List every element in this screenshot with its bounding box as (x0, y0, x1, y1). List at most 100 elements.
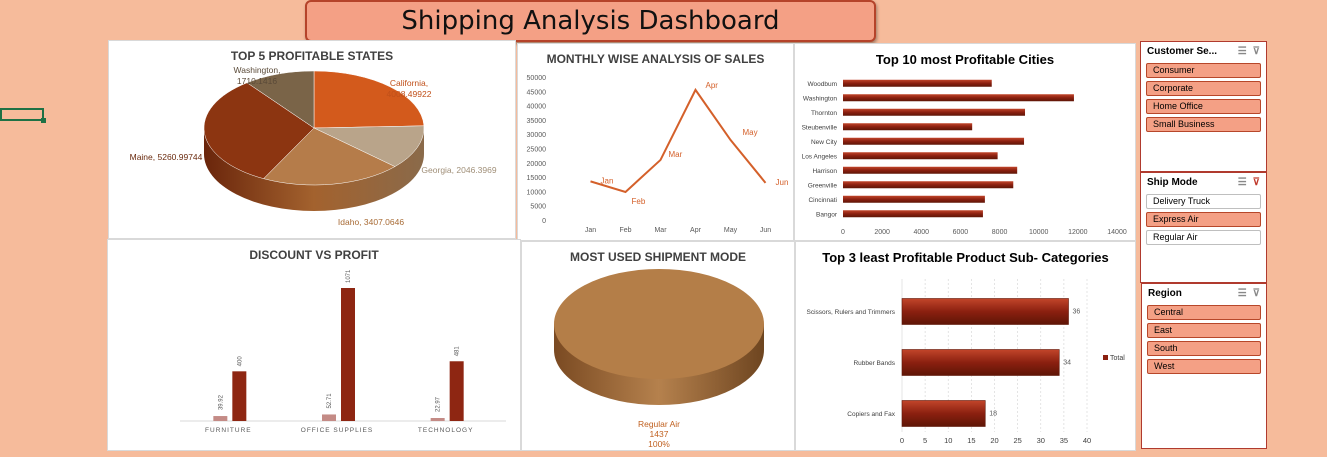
discount-bar-furniture (213, 416, 228, 421)
monthly-y-tick: 40000 (527, 104, 547, 111)
discount-data-label: 39.92 (218, 394, 224, 410)
shipment-data-label: 1437 (650, 429, 669, 439)
region-slicer-item-south[interactable]: South (1147, 341, 1261, 356)
customer-slicer-item-home-office[interactable]: Home Office (1146, 99, 1261, 114)
cities-bar-woodbum (843, 79, 992, 87)
cities-bar-harrison (843, 166, 1018, 174)
states-data-label: California, 4008.49922 (387, 78, 432, 99)
discount-category-label: TECHNOLOGY (418, 427, 474, 434)
shipmode-slicer-item-regular-air[interactable]: Regular Air (1146, 230, 1261, 245)
customer-slicer-item-small-business[interactable]: Small Business (1146, 117, 1261, 132)
monthly-y-tick: 15000 (527, 175, 547, 182)
cities-category-label: Steubenville (802, 124, 838, 131)
cities-bar-bangor (843, 210, 983, 218)
states-pie-chart: California, 4008.49922 Georgia, 2046.3969 I… (130, 65, 497, 227)
clear-filter-icon[interactable]: ⊽ (1253, 177, 1260, 188)
cities-bar-steubenville (843, 123, 973, 131)
states-data-label: Maine, 5260.99744 (130, 152, 203, 162)
monthly-x-tick: Apr (690, 227, 702, 234)
discount-data-label: 22.97 (436, 396, 442, 412)
monthly-y-tick: 20000 (527, 161, 547, 168)
shipment-chart-panel[interactable]: MOST USED SHIPMENT MODE Regular Air 1437 1… (521, 241, 795, 451)
region-slicer-item-west[interactable]: West (1147, 359, 1261, 374)
profit-bar-furniture (232, 371, 247, 421)
monthly-data-label: Jan (601, 176, 614, 185)
cities-bar-washington (843, 94, 1074, 102)
monthly-y-tick: 45000 (527, 89, 547, 96)
cities-x-tick: 4000 (913, 229, 929, 236)
discount-bar-chart: 39.92 400 FURNITURE 52.71 1071 OFFICE SUPPLIE… (180, 269, 506, 434)
profit-data-label: 481 (455, 346, 461, 357)
clear-filter-icon[interactable]: ⊽ (1253, 288, 1260, 299)
subcat-bar-copiers-and-fax (901, 400, 986, 427)
subcat-chart-panel[interactable]: Top 3 least Profitable Product Sub- Cate… (795, 241, 1136, 451)
monthly-chart-panel[interactable]: MONTHLY WISE ANALYSIS OF SALES 0 5000 1000… (517, 43, 794, 241)
cities-bar-los-angeles (843, 152, 998, 160)
cities-x-tick: 10000 (1029, 229, 1049, 236)
discount-data-label: 52.71 (327, 393, 333, 409)
customer-segment-slicer[interactable]: Customer Se... ☰ ⊽ Consumer Corporate Home… (1140, 41, 1267, 172)
clear-filter-icon[interactable]: ⊽ (1253, 46, 1260, 57)
customer-slicer-item-corporate[interactable]: Corporate (1146, 81, 1261, 96)
cities-x-tick: 14000 (1107, 229, 1127, 236)
cities-bar-cincinnati (843, 195, 985, 203)
shipmode-slicer-item-delivery-truck[interactable]: Delivery Truck (1146, 194, 1261, 209)
profit-data-label: 400 (237, 356, 243, 367)
shipment-data-label: 100% (648, 439, 670, 449)
multi-select-icon[interactable]: ☰ (1238, 46, 1247, 57)
monthly-y-tick: 5000 (530, 204, 546, 211)
cities-category-label: Thornton (811, 110, 837, 117)
monthly-x-tick: Feb (619, 227, 631, 234)
cities-category-label: Harrison (812, 168, 837, 175)
monthly-data-label: Mar (669, 150, 683, 159)
subcat-x-tick: 10 (944, 436, 952, 445)
cities-x-tick: 0 (841, 229, 845, 236)
selected-cell[interactable] (0, 108, 46, 123)
monthly-x-tick: Jun (760, 227, 771, 234)
subcat-x-tick: 0 (900, 436, 904, 445)
shipmode-slicer-item-express-air[interactable]: Express Air (1146, 212, 1261, 227)
cities-category-label: New City (811, 139, 838, 146)
monthly-data-label: May (743, 128, 758, 137)
monthly-y-tick: 50000 (527, 75, 547, 82)
states-chart-panel[interactable]: TOP 5 PROFITABLE STATES California, 4008.… (108, 40, 516, 239)
shipmode-slicer-title: Ship Mode (1147, 176, 1198, 188)
region-slicer-item-east[interactable]: East (1147, 323, 1261, 338)
subcat-data-label: 34 (1063, 360, 1071, 367)
monthly-x-tick: May (724, 227, 738, 234)
subcat-category-label: Rubber Bands (853, 360, 895, 367)
monthly-data-label: Feb (632, 197, 646, 206)
cities-x-tick: 6000 (953, 229, 969, 236)
discount-bar-technology (430, 418, 445, 421)
subcat-data-label: 18 (989, 411, 997, 418)
discount-chart-panel[interactable]: DISCOUNT VS PROFIT 39.92 400 FURNITURE 52.7… (107, 239, 521, 451)
subcat-x-tick: 15 (967, 436, 975, 445)
profit-bar-office-supplies (341, 288, 355, 421)
subcat-x-tick: 40 (1083, 436, 1091, 445)
region-slicer-title: Region (1148, 287, 1182, 299)
profit-bar-technology (449, 361, 464, 421)
states-data-label: Washington, 1710.1416 (234, 65, 281, 86)
ship-mode-slicer[interactable]: Ship Mode ☰ ⊽ Delivery Truck Express Air R… (1140, 172, 1267, 283)
region-slicer-item-central[interactable]: Central (1147, 305, 1261, 320)
profit-data-label: 1071 (346, 269, 352, 283)
states-data-label: Georgia, 2046.3969 (421, 165, 496, 175)
monthly-y-tick: 10000 (527, 189, 547, 196)
cities-bar-new-city (843, 137, 1025, 145)
multi-select-icon[interactable]: ☰ (1238, 177, 1247, 188)
subcat-legend-swatch (1103, 355, 1108, 360)
cities-bar-greenville (843, 181, 1014, 189)
subcat-category-label: Scissors, Rulers and Trimmers (807, 309, 896, 316)
shipment-pie-slice-regular-air (554, 269, 764, 379)
region-slicer[interactable]: Region ☰ ⊽ Central East South West (1141, 283, 1267, 449)
monthly-sales-line (590, 87, 767, 194)
cities-bar-thornton (843, 108, 1026, 116)
cities-category-label: Woodbum (807, 81, 837, 88)
multi-select-icon[interactable]: ☰ (1238, 288, 1247, 299)
cities-chart-panel[interactable]: Top 10 most Profitable Cities 0 2000 4000 6… (794, 43, 1136, 241)
customer-slicer-title: Customer Se... (1147, 45, 1218, 57)
customer-slicer-item-consumer[interactable]: Consumer (1146, 63, 1261, 78)
monthly-y-tick: 35000 (527, 118, 547, 125)
subcat-bar-chart: 0 5 10 15 20 25 30 35 40 Scissors, Rulers and Tri… (807, 279, 1125, 445)
cities-category-label: Bangor (816, 211, 838, 218)
